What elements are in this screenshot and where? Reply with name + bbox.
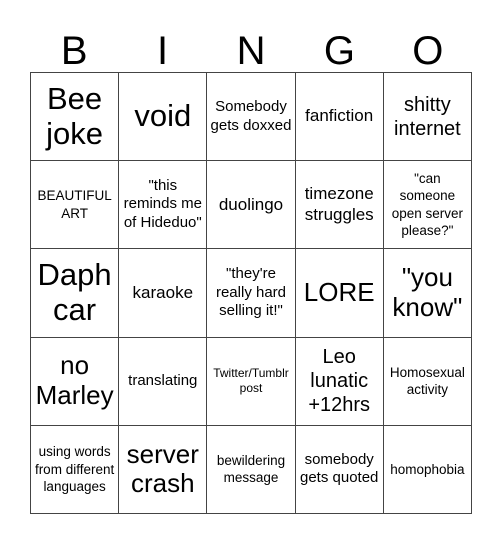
bingo-cell[interactable]: duolingo [207,161,296,250]
bingo-cell[interactable]: Bee joke [31,73,120,162]
bingo-cell[interactable]: Leo lunatic +12hrs [295,337,384,426]
bingo-cell[interactable]: LORE [295,249,384,338]
header-letter-n: N [236,29,266,73]
bingo-cell[interactable]: void [119,73,208,162]
bingo-cell[interactable]: using words from different languages [31,425,120,514]
bingo-cell[interactable]: "can someone open server please?" [383,161,472,250]
bingo-cell[interactable]: somebody gets quoted [295,425,384,514]
bingo-cell[interactable]: "they're really hard selling it!" [207,249,296,338]
header-letter-g: G [323,29,355,73]
header-letter-o: O [412,29,444,73]
bingo-cell[interactable]: shitty internet [383,73,472,162]
bingo-cell[interactable]: Somebody gets doxxed [207,73,296,162]
header-letter-i: I [157,29,169,73]
bingo-header: B I N G O [30,30,472,72]
bingo-cell[interactable]: fanfiction [295,73,384,162]
bingo-cell[interactable]: "you know" [383,249,472,338]
bingo-cell[interactable]: timezone struggles [295,161,384,250]
bingo-cell[interactable]: server crash [119,425,208,514]
bingo-grid: Bee joke void Somebody gets doxxed fanfi… [30,72,472,514]
bingo-cell[interactable]: Daph car [31,249,120,338]
bingo-cell[interactable]: Twitter/Tumblr post [207,337,296,426]
bingo-cell[interactable]: bewildering message [207,425,296,514]
bingo-cell[interactable]: "this reminds me of Hideduo" [119,161,208,250]
header-letter-b: B [60,29,88,73]
bingo-cell[interactable]: translating [119,337,208,426]
bingo-cell[interactable]: BEAUTIFUL ART [31,161,120,250]
bingo-cell[interactable]: no Marley [31,337,120,426]
bingo-cell[interactable]: karaoke [119,249,208,338]
bingo-cell[interactable]: homophobia [383,425,472,514]
bingo-cell[interactable]: Homosexual activity [383,337,472,426]
